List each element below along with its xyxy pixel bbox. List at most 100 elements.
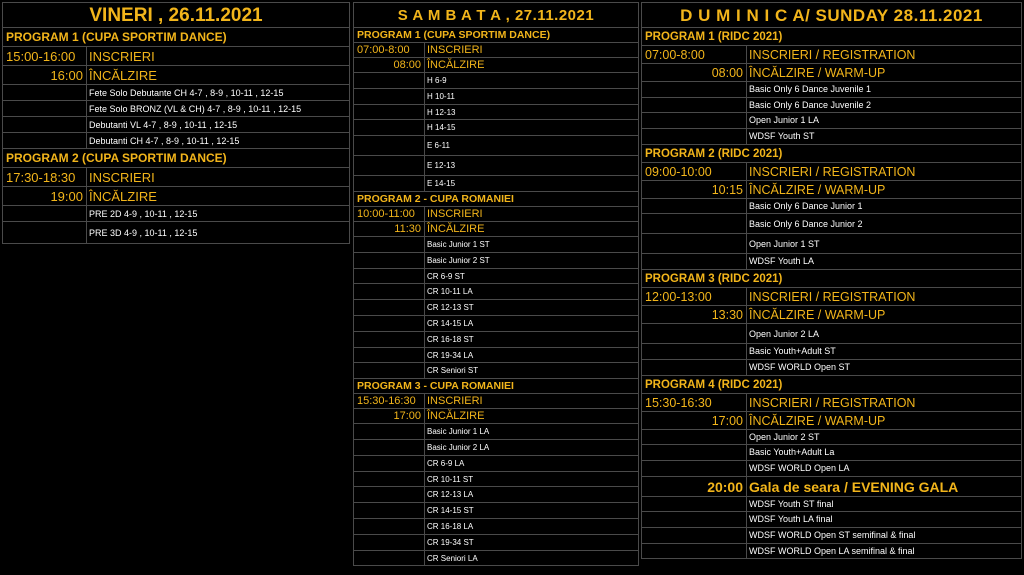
time-cell	[354, 104, 425, 120]
category-cell: Fete Solo Debutante CH 4-7 , 8-9 , 10-11…	[89, 88, 284, 98]
schedule-row: Basic Youth+Adult La	[641, 445, 1022, 461]
time-cell	[354, 455, 425, 471]
time-cell: 17:00	[354, 409, 425, 424]
time-cell	[354, 503, 425, 518]
activity-cell: INSCRIERI / REGISTRATION	[749, 395, 916, 410]
category-cell: PRE 3D 4-9 , 10-11 , 12-15	[89, 228, 198, 238]
schedule-row: CR 19-34 ST	[353, 534, 639, 551]
schedule-row: CR 6-9 LA	[353, 455, 639, 472]
schedule-row: 16:00 ÎNCĂLZIRE	[2, 66, 350, 85]
time-cell	[354, 236, 425, 252]
category-cell: WDSF Youth LA final	[749, 514, 833, 525]
time-cell	[642, 445, 747, 460]
saturday-programs: PROGRAM 1 (CUPA SPORTIM DANCE) 07:00-8:00…	[353, 28, 639, 567]
category-cell: CR 14-15 LA	[427, 318, 474, 328]
program-title: PROGRAM 2 - CUPA ROMANIEI	[353, 191, 639, 207]
time-cell	[354, 315, 425, 331]
schedule-row: 07:00-8:00 INSCRIERI / REGISTRATION	[641, 46, 1022, 64]
schedule-row: 15:30-16:30 INSCRIERI / REGISTRATION	[641, 393, 1022, 412]
category-cell: Basic Only 6 Dance Juvenile 1	[749, 84, 872, 94]
time-cell	[354, 331, 425, 347]
program-title: PROGRAM 3 (RIDC 2021)	[641, 270, 1022, 289]
time-cell: 17:30-18:30	[3, 168, 87, 186]
schedule-row: CR 12-13 ST	[353, 300, 639, 316]
schedule-row: H 12-13	[353, 104, 639, 121]
schedule-row: CR Seniori ST	[353, 363, 639, 380]
schedule-row: Open Junior 1 ST	[641, 234, 1022, 255]
program-title: PROGRAM 3 - CUPA ROMANIEI	[353, 379, 639, 395]
schedule-row: Debutanti VL 4-7 , 8-9 , 10-11 , 12-15	[2, 117, 350, 133]
time-cell	[642, 198, 747, 214]
category-cell: CR Seniori ST	[427, 366, 479, 376]
category-cell: WDSF WORLD Open LA	[749, 462, 850, 473]
schedule-row: WDSF Youth ST final	[641, 496, 1022, 513]
time-cell	[354, 534, 425, 550]
time-cell: 17:00	[642, 411, 747, 429]
category-cell: WDSF WORLD Open ST	[749, 361, 851, 372]
category-cell: CR 6-9 LA	[427, 458, 465, 468]
saturday-header: S A M B A T A , 27.11.2021	[353, 2, 639, 28]
time-cell	[642, 113, 747, 129]
time-cell	[354, 252, 425, 268]
category-cell: Debutanti VL 4-7 , 8-9 , 10-11 , 12-15	[89, 120, 238, 130]
category-cell: H 12-13	[427, 107, 456, 117]
activity-cell: ÎNCĂLZIRE	[427, 59, 485, 71]
activity-cell: INSCRIERI / REGISTRATION	[749, 48, 916, 62]
category-cell: Basic Junior 1 ST	[427, 239, 490, 249]
schedule-row: WDSF WORLD Open ST semifinal & final	[641, 527, 1022, 544]
program-title: PROGRAM 2 (RIDC 2021)	[641, 144, 1022, 163]
category-cell: Basic Youth+Adult ST	[749, 346, 836, 357]
time-cell	[354, 300, 425, 315]
time-cell	[354, 487, 425, 503]
schedule-row: CR 12-13 LA	[353, 487, 639, 504]
category-cell: CR Seniori LA	[427, 553, 478, 563]
time-cell	[354, 424, 425, 439]
time-cell	[3, 206, 87, 221]
schedule-row: Basic Only 6 Dance Junior 2	[641, 214, 1022, 235]
schedule-row: CR 6-9 ST	[353, 268, 639, 285]
category-cell: H 6-9	[427, 76, 447, 85]
schedule-row: CR Seniori LA	[353, 550, 639, 567]
activity-cell: ÎNCĂLZIRE / WARM-UP	[749, 66, 886, 80]
activity-cell: ÎNCĂLZIRE / WARM-UP	[749, 308, 886, 323]
schedule-row: Basic Only 6 Dance Junior 1	[641, 198, 1022, 215]
schedule-row: E 12-13	[353, 156, 639, 177]
schedule-row: 17:00 ÎNCĂLZIRE	[353, 409, 639, 425]
time-cell: 13:30	[642, 306, 747, 324]
schedule-row: 20:00 Gala de seara / EVENING GALA	[641, 476, 1022, 497]
schedule-row: H 14-15	[353, 120, 639, 137]
schedule-row: CR 16-18 LA	[353, 518, 639, 535]
schedule-row: WDSF WORLD Open LA	[641, 460, 1022, 477]
schedule-row: 15:00-16:00 INSCRIERI	[2, 47, 350, 66]
activity-cell: INSCRIERI / REGISTRATION	[749, 290, 916, 305]
time-cell	[642, 324, 747, 344]
schedule-row: Basic Junior 2 LA	[353, 439, 639, 456]
schedule-row: Open Junior 2 ST	[641, 429, 1022, 446]
time-cell: 07:00-8:00	[642, 46, 747, 63]
time-cell: 07:00-8:00	[354, 43, 425, 57]
category-cell: E 14-15	[427, 179, 456, 189]
schedule-row: 10:15 ÎNCĂLZIRE / WARM-UP	[641, 180, 1022, 199]
category-cell: CR 16-18 LA	[427, 521, 474, 531]
schedule-row: Basic Only 6 Dance Juvenile 2	[641, 97, 1022, 114]
schedule-row: H 6-9	[353, 73, 639, 89]
schedule-row: 17:30-18:30 INSCRIERI	[2, 168, 350, 187]
time-cell: 08:00	[642, 64, 747, 81]
schedule-row: Basic Junior 1 LA	[353, 424, 639, 440]
friday-header: VINERI , 26.11.2021	[2, 2, 350, 28]
time-cell	[354, 73, 425, 88]
time-cell: 10:15	[642, 180, 747, 198]
category-cell: WDSF Youth ST	[749, 131, 815, 142]
category-cell: WDSF WORLD Open LA semifinal & final	[749, 545, 915, 556]
schedule-row: 08:00 ÎNCĂLZIRE	[353, 58, 639, 73]
schedule-row: CR 14-15 LA	[353, 315, 639, 332]
category-cell: Open Junior 1 ST	[749, 239, 820, 250]
program-title: PROGRAM 1 (RIDC 2021)	[641, 28, 1022, 46]
schedule-row: CR 16-18 ST	[353, 331, 639, 348]
category-cell: H 10-11	[427, 91, 455, 101]
time-cell	[642, 214, 747, 234]
time-cell	[642, 344, 747, 359]
time-cell: 15:30-16:30	[354, 394, 425, 409]
activity-cell: INSCRIERI / REGISTRATION	[749, 164, 916, 179]
time-cell	[642, 97, 747, 113]
